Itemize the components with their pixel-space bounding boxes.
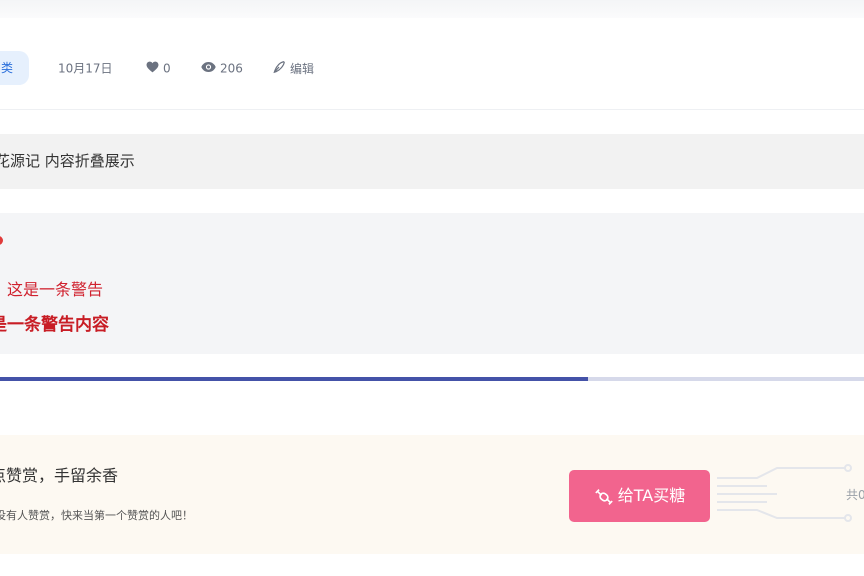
post-meta: 类 10月17日 0 206 编辑 — [0, 50, 864, 86]
reward-button[interactable]: 给TA买糖 — [569, 470, 710, 522]
edit-label: 编辑 — [290, 62, 315, 76]
warning-content: 是一条警告内容 — [0, 315, 109, 335]
category-chip[interactable]: 类 — [0, 51, 29, 85]
likes-count[interactable]: 0 — [146, 60, 171, 77]
pen-icon — [272, 60, 286, 78]
eye-icon — [201, 61, 216, 77]
views-value: 206 — [220, 61, 243, 76]
reward-total: 共0 — [846, 488, 864, 502]
divider — [0, 109, 864, 110]
views-count: 206 — [201, 60, 243, 77]
reward-subtitle: 没有人赞赏，快来当第一个赞赏的人吧！ — [0, 509, 193, 522]
candy-icon — [594, 488, 613, 505]
heart-icon — [146, 61, 159, 77]
reading-progress — [0, 377, 864, 381]
warning-box — [0, 213, 864, 354]
reward-title: 点赞赏，手留余香 — [0, 466, 119, 485]
reward-button-label: 给TA买糖 — [617, 486, 686, 505]
progress-fill — [0, 377, 588, 381]
circuit-decoration-icon — [717, 464, 852, 522]
edit-link[interactable]: 编辑 — [272, 60, 314, 78]
top-bar — [0, 0, 864, 18]
collapse-notice[interactable]: 花源记 内容折叠展示 — [0, 134, 864, 189]
post-date: 10月17日 — [58, 60, 113, 77]
likes-value: 0 — [163, 61, 171, 76]
warning-title: 这是一条警告 — [7, 280, 104, 299]
date-text: 10月17日 — [58, 61, 113, 76]
